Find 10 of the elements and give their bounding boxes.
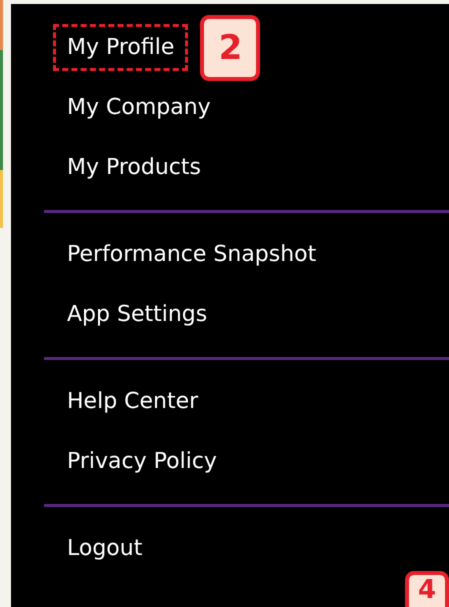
step-number-badge: 2	[200, 14, 260, 80]
step-number-badge: 4	[405, 571, 449, 607]
menu-item[interactable]: My Products	[53, 144, 215, 191]
menu-item[interactable]: App Settings	[53, 291, 222, 338]
menu-item[interactable]: My Company	[53, 84, 225, 131]
menu-item[interactable]: Privacy Policy	[53, 438, 231, 485]
menu-item[interactable]: Logout	[53, 525, 156, 572]
menu-item[interactable]: Performance Snapshot	[53, 231, 330, 278]
menu-item[interactable]: My Profile	[53, 24, 188, 71]
menu-item[interactable]: Help Center	[53, 378, 212, 425]
